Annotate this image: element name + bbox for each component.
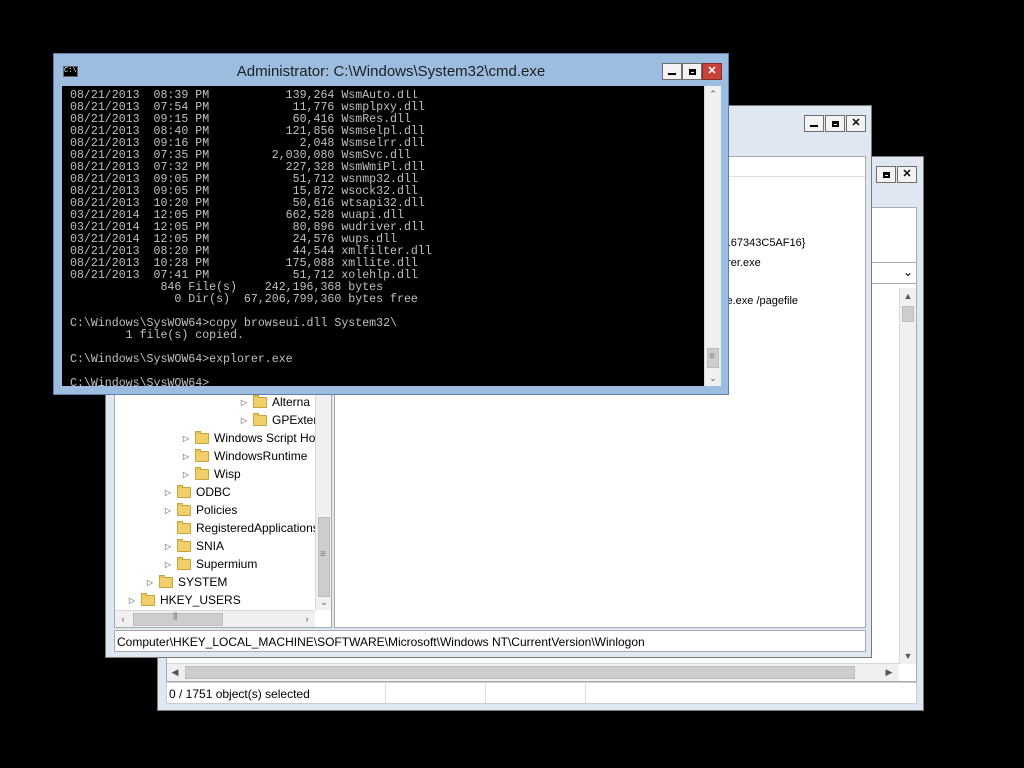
back-hscroll-thumb[interactable] bbox=[185, 666, 855, 679]
regedit-close-button[interactable]: ✕ bbox=[846, 115, 866, 132]
status-divider bbox=[385, 683, 386, 703]
tree-item-label: Supermium bbox=[196, 557, 258, 571]
console-line: C:\Windows\SysWOW64> bbox=[70, 377, 210, 387]
tree-item-label: ODBC bbox=[196, 485, 231, 499]
expand-arrow-icon[interactable]: ▷ bbox=[181, 452, 191, 461]
scroll-down-icon[interactable]: ⌄ bbox=[705, 370, 721, 386]
tree-item[interactable]: RegisteredApplications bbox=[163, 519, 319, 537]
console-area[interactable]: 08/21/2013 08:39 PM 139,264 WsmAuto.dll 0… bbox=[62, 86, 721, 386]
folder-icon bbox=[253, 412, 267, 426]
scroll-down-icon[interactable]: ▼ bbox=[900, 648, 916, 664]
chevron-down-icon: ⌄ bbox=[902, 265, 913, 279]
regedit-maximize-button[interactable] bbox=[825, 115, 845, 132]
scroll-up-icon[interactable]: ▲ bbox=[900, 288, 916, 304]
expand-arrow-icon[interactable]: ▷ bbox=[239, 398, 249, 407]
maximize-icon bbox=[689, 69, 696, 75]
tree-item[interactable]: ▷ WindowsRuntime bbox=[181, 447, 307, 465]
expand-arrow-icon[interactable]: ▷ bbox=[145, 578, 155, 587]
minimize-icon bbox=[810, 120, 818, 127]
tree-item-label: GPExter bbox=[272, 413, 318, 427]
close-icon: ✕ bbox=[707, 65, 717, 77]
folder-icon bbox=[177, 484, 191, 498]
expand-arrow-icon[interactable]: ▷ bbox=[163, 488, 173, 497]
back-vscroll-thumb[interactable] bbox=[902, 306, 914, 322]
expand-arrow-icon[interactable]: ▷ bbox=[239, 416, 249, 425]
folder-icon bbox=[177, 538, 191, 552]
maximize-icon bbox=[883, 172, 890, 178]
expand-arrow-icon[interactable]: ▷ bbox=[163, 542, 173, 551]
back-statusbar: 0 / 1751 object(s) selected bbox=[166, 682, 917, 704]
cmd-titlebar[interactable]: C:\ Administrator: C:\Windows\System32\c… bbox=[54, 54, 728, 86]
scroll-right-icon[interactable]: ▶ bbox=[881, 664, 897, 680]
tree-item[interactable]: ▷ Policies bbox=[163, 501, 237, 519]
tree-item-label: WindowsRuntime bbox=[214, 449, 308, 463]
folder-icon bbox=[195, 430, 209, 444]
tree-item-label: Alterna bbox=[272, 395, 311, 409]
tree-item-label: SNIA bbox=[196, 539, 225, 553]
folder-icon bbox=[177, 556, 191, 570]
tree-hscrollbar[interactable]: ‹ ⦀ › bbox=[115, 610, 315, 627]
value-data-text: ce.exe /pagefile bbox=[721, 295, 799, 307]
folder-icon bbox=[195, 466, 209, 480]
grip-icon: ⦀ bbox=[173, 612, 178, 623]
scroll-left-icon[interactable]: ◀ bbox=[167, 664, 183, 680]
value-data-text: -167343C5AF16} bbox=[721, 237, 806, 249]
cmd-maximize-button[interactable] bbox=[682, 63, 702, 80]
tree-item-label: Wisp bbox=[214, 467, 241, 481]
tree-item-label: SYSTEM bbox=[178, 575, 228, 589]
status-divider bbox=[585, 683, 586, 703]
expand-arrow-icon[interactable]: ▷ bbox=[163, 560, 173, 569]
expand-arrow-icon[interactable]: ▷ bbox=[181, 434, 191, 443]
regedit-statusbar: Computer\HKEY_LOCAL_MACHINE\SOFTWARE\Mic… bbox=[114, 630, 866, 652]
expand-arrow-icon[interactable]: ▷ bbox=[181, 470, 191, 479]
back-close-button[interactable]: ✕ bbox=[897, 166, 917, 183]
cmd-close-button[interactable]: ✕ bbox=[702, 63, 722, 80]
maximize-icon bbox=[832, 121, 839, 127]
grip-icon: ≡ bbox=[709, 351, 715, 362]
tree-item[interactable]: ▷ ODBC bbox=[163, 483, 231, 501]
status-divider bbox=[485, 683, 486, 703]
console-output[interactable]: 08/21/2013 08:39 PM 139,264 WsmAuto.dll 0… bbox=[70, 90, 697, 386]
console-line: C:\Windows\SysWOW64>explorer.exe bbox=[70, 353, 293, 366]
tree-item-label: RegisteredApplications bbox=[196, 521, 319, 535]
tree-item[interactable]: ▷ HKEY_USERS bbox=[127, 591, 241, 609]
tree-hscroll-thumb[interactable] bbox=[133, 613, 223, 626]
console-vscrollbar[interactable]: ⌃ ≡ ⌄ bbox=[704, 86, 721, 386]
folder-icon bbox=[177, 502, 191, 516]
cmd-window[interactable]: C:\ Administrator: C:\Windows\System32\c… bbox=[53, 53, 729, 395]
folder-icon bbox=[177, 520, 191, 534]
console-line: 1 file(s) copied. bbox=[70, 329, 244, 342]
back-maximize-button[interactable] bbox=[876, 166, 896, 183]
minimize-icon bbox=[668, 68, 676, 75]
scroll-down-icon[interactable]: ⌄ bbox=[316, 594, 331, 610]
selection-status: 0 / 1751 object(s) selected bbox=[169, 687, 310, 701]
window-title: Administrator: C:\Windows\System32\cmd.e… bbox=[236, 63, 546, 80]
back-vscrollbar[interactable]: ▲ ▼ bbox=[899, 288, 916, 664]
folder-icon bbox=[141, 592, 155, 606]
registry-path: Computer\HKEY_LOCAL_MACHINE\SOFTWARE\Mic… bbox=[117, 635, 645, 649]
scroll-right-icon[interactable]: › bbox=[299, 611, 315, 627]
back-hscrollbar[interactable]: ◀ ▶ bbox=[167, 663, 899, 681]
expand-arrow-icon[interactable]: ▷ bbox=[127, 596, 137, 605]
tree-item[interactable]: ▷ Supermium bbox=[163, 555, 257, 573]
tree-item[interactable]: ▷ SYSTEM bbox=[145, 573, 227, 591]
folder-icon bbox=[159, 574, 173, 588]
tree-item-label: HKEY_USERS bbox=[160, 593, 241, 607]
grip-icon: ≡ bbox=[320, 549, 326, 560]
tree-item-label: Windows Script Ho bbox=[214, 431, 316, 445]
tree-item[interactable]: ▷ GPExter bbox=[239, 411, 317, 429]
folder-icon bbox=[195, 448, 209, 462]
console-line: 0 Dir(s) 67,206,799,360 bytes free bbox=[70, 293, 418, 306]
tree-item[interactable]: ▷ Alterna bbox=[239, 393, 310, 411]
tree-item-label: Policies bbox=[196, 503, 238, 517]
scroll-up-icon[interactable]: ⌃ bbox=[705, 86, 721, 102]
scroll-left-icon[interactable]: ‹ bbox=[115, 611, 131, 627]
cmd-minimize-button[interactable] bbox=[662, 63, 682, 80]
tree-item[interactable]: ▷ Wisp bbox=[181, 465, 241, 483]
expand-arrow-icon[interactable]: ▷ bbox=[163, 506, 173, 515]
regedit-minimize-button[interactable] bbox=[804, 115, 824, 132]
tree-item[interactable]: ▷ SNIA bbox=[163, 537, 224, 555]
tree-item[interactable]: ▷ Windows Script Ho bbox=[181, 429, 315, 447]
folder-icon bbox=[253, 394, 267, 408]
